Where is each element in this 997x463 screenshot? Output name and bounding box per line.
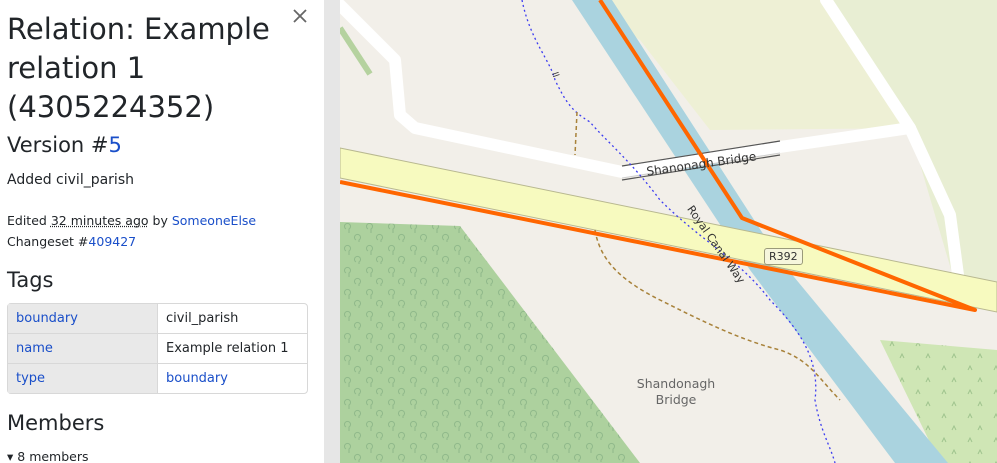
tags-table: boundary civil_parish name Example relat…	[7, 303, 308, 394]
edited-by-prefix: by	[152, 213, 168, 228]
tag-value-cell: boundary	[158, 364, 307, 393]
members-count: 8 members	[17, 449, 89, 463]
edited-line: Edited 32 minutes ago by SomeoneElse	[7, 210, 256, 231]
place-label-line1: Shandonagh	[636, 376, 716, 391]
place-label-line2: Bridge	[655, 392, 697, 407]
table-row: name Example relation 1	[8, 334, 307, 364]
tag-value-link[interactable]: boundary	[166, 371, 228, 386]
changeset-link[interactable]: 409427	[88, 234, 136, 249]
members-toggle[interactable]: ▾ 8 members	[7, 449, 89, 463]
tag-value: civil_parish	[158, 304, 307, 334]
sidebar: Relation: Example relation 1 (4305224352…	[0, 0, 324, 463]
tag-value: Example relation 1	[158, 334, 307, 364]
table-row: type boundary	[8, 364, 307, 393]
edited-prefix: Edited	[7, 213, 47, 228]
tag-key-type[interactable]: type	[8, 364, 158, 393]
road-ref-shield: R392	[764, 248, 803, 265]
version-heading: Version #5	[7, 133, 122, 157]
edit-meta: Edited 32 minutes ago by SomeoneElse Cha…	[7, 210, 256, 252]
tags-heading: Tags	[7, 268, 54, 292]
edited-time: 32 minutes ago	[50, 213, 149, 228]
page-title: Relation: Example relation 1 (4305224352…	[7, 12, 270, 124]
triangle-down-icon: ▾	[7, 449, 14, 463]
close-icon[interactable]	[290, 6, 310, 26]
forest-area	[340, 222, 640, 463]
changeset-comment: Added civil_parish	[7, 172, 134, 188]
tag-key-name[interactable]: name	[8, 334, 158, 364]
place-label: Shandonagh Bridge	[636, 376, 716, 408]
table-row: boundary civil_parish	[8, 304, 307, 334]
members-heading: Members	[7, 411, 105, 435]
version-link[interactable]: 5	[109, 133, 122, 157]
sidebar-resize-edge[interactable]	[324, 0, 340, 463]
user-link[interactable]: SomeoneElse	[172, 213, 256, 228]
changeset-line: Changeset #409427	[7, 231, 256, 252]
version-prefix: Version #	[7, 133, 109, 157]
map-canvas[interactable]: Shanonagh Bridge Royal Canal Way ll R392…	[340, 0, 997, 463]
tag-key-boundary[interactable]: boundary	[8, 304, 158, 334]
changeset-prefix: Changeset #	[7, 234, 89, 249]
